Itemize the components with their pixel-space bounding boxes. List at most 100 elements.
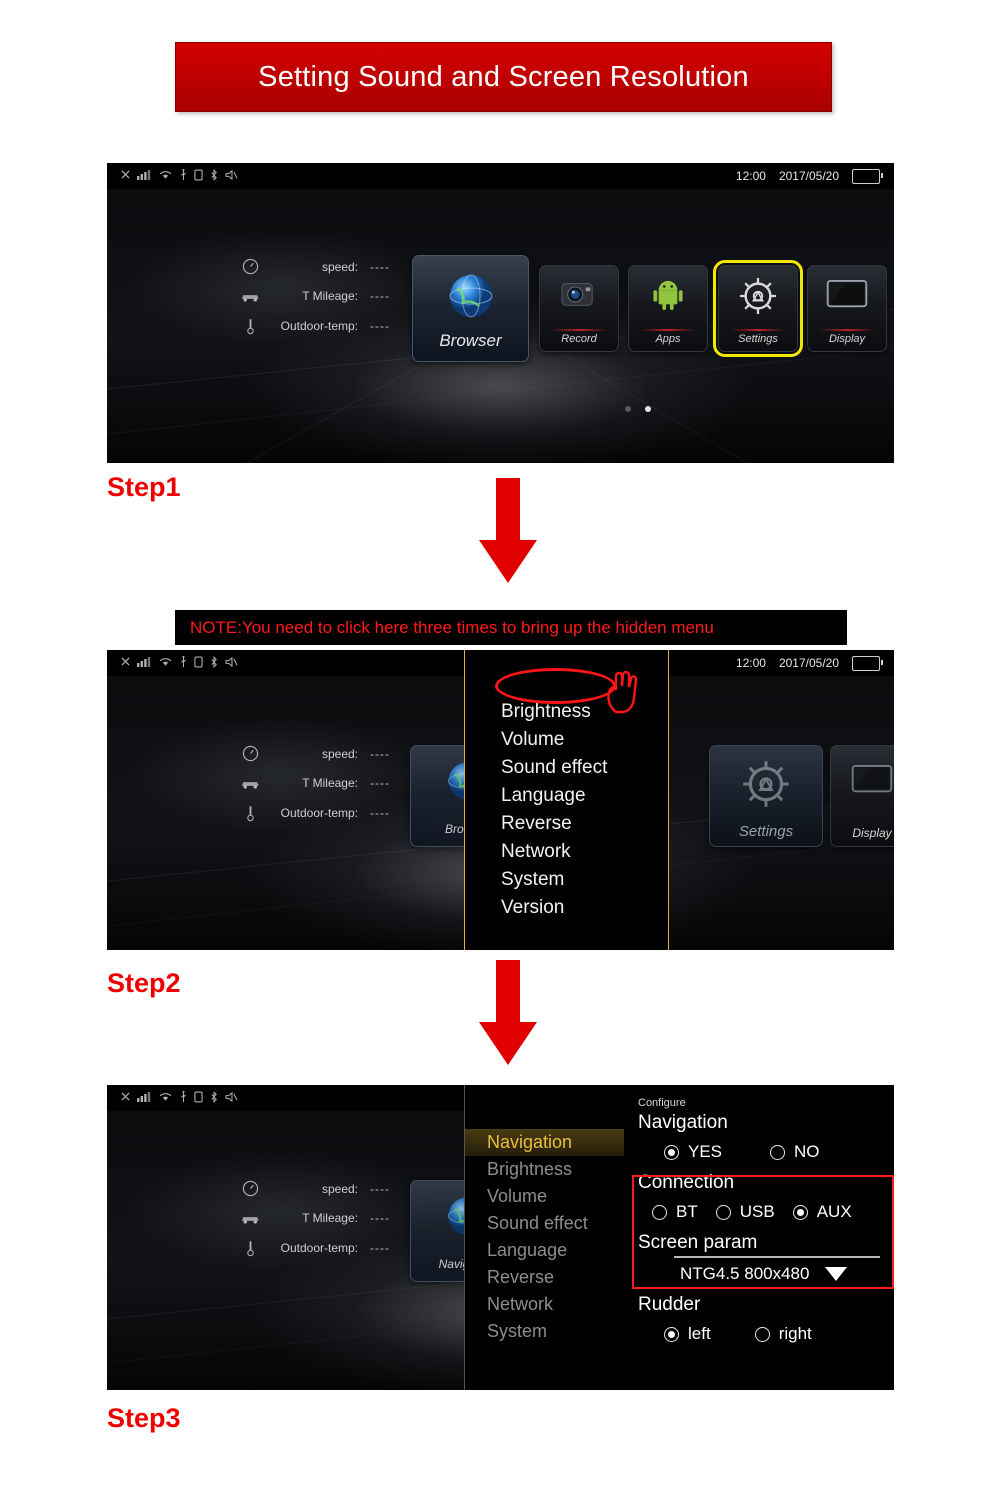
monitor-icon: [826, 279, 868, 316]
home-tile-label-display-2: Display: [852, 826, 892, 840]
label-navigation-yes: YES: [688, 1142, 723, 1161]
step1-screen: 12:00 2017/05/20 speed: ---- T Mileage: …: [107, 163, 894, 463]
home-tile-apps[interactable]: Apps: [628, 265, 708, 352]
wifi-icon: [158, 1091, 173, 1105]
signal-icon: [137, 656, 151, 670]
info-row-speed: speed: ----: [237, 258, 390, 275]
usb-icon: [180, 1090, 187, 1106]
gauge-icon: [237, 258, 263, 275]
info-row-mileage-3: T Mileage: ----: [237, 1211, 390, 1225]
info-value-mileage-2: ----: [370, 776, 390, 790]
menu-item-version[interactable]: Version: [465, 894, 668, 922]
step2-screen: 12:00 2017/05/20 speed: ---- T Mileage: …: [107, 650, 894, 950]
tile-underline-settings: [729, 329, 787, 331]
info-row-temp: Outdoor-temp: ----: [237, 317, 390, 335]
bluetooth-icon: [210, 1090, 218, 1106]
thermometer-icon: [237, 804, 263, 822]
info-label-temp: Outdoor-temp:: [280, 319, 358, 333]
menu-item-volume[interactable]: Volume: [465, 726, 668, 754]
thermometer-icon: [237, 317, 263, 335]
step2-label: Step2: [107, 968, 181, 998]
close-icon: [121, 1092, 130, 1104]
close-icon: [121, 657, 130, 669]
usb-icon: [180, 168, 187, 184]
radio-navigation-no[interactable]: [770, 1144, 786, 1160]
info-value-speed: ----: [370, 259, 390, 274]
globe-icon: [445, 270, 497, 327]
tile-underline-display: [818, 329, 876, 331]
label-rudder-left: left: [688, 1324, 711, 1343]
home-tile-label-browser: Browser: [439, 331, 502, 350]
radio-navigation-yes[interactable]: [664, 1144, 679, 1160]
settings-menu-item-language[interactable]: Language: [465, 1237, 625, 1264]
menu-item-reverse[interactable]: Reverse: [465, 810, 668, 838]
menu-item-system[interactable]: System: [465, 866, 668, 894]
page-title: Setting Sound and Screen Resolution: [258, 60, 749, 93]
info-label-mileage: T Mileage:: [302, 289, 358, 303]
settings-menu-item-system[interactable]: System: [465, 1318, 625, 1345]
settings-menu-item-sound-effect[interactable]: Sound effect: [465, 1210, 625, 1237]
menu-item-language[interactable]: Language: [465, 782, 668, 810]
gauge-icon: [237, 1180, 263, 1197]
mute-icon: [225, 1091, 238, 1106]
settings-menu-item-navigation[interactable]: Navigation: [465, 1129, 625, 1156]
settings-menu-panel: Navigation Brightness Volume Sound effec…: [464, 1085, 626, 1390]
home-tile-settings-2[interactable]: Settings: [709, 745, 823, 847]
info-row-speed-2: speed: ----: [237, 745, 390, 762]
sim-icon: [194, 656, 203, 671]
info-value-temp: ----: [370, 319, 390, 333]
step1-label: Step1: [107, 472, 181, 502]
radio-rudder-left[interactable]: [664, 1326, 679, 1342]
arrow-step1-to-step2: [479, 478, 537, 583]
status-time-2: 12:00: [735, 656, 766, 670]
info-row-mileage-2: T Mileage: ----: [237, 776, 390, 790]
wifi-icon: [158, 656, 173, 670]
sim-icon: [194, 169, 203, 184]
thermometer-icon: [237, 1239, 263, 1257]
home-tile-label-apps: Apps: [655, 333, 681, 345]
sim-icon: [194, 1091, 203, 1106]
menu-item-sound-effect[interactable]: Sound effect: [465, 754, 668, 782]
gear-icon: [739, 277, 777, 320]
status-bar: 12:00 2017/05/20: [107, 163, 894, 189]
info-label-speed: speed:: [321, 259, 358, 274]
home-tile-record[interactable]: Record: [539, 265, 619, 352]
wifi-icon: [158, 169, 173, 183]
home-tile-display-2[interactable]: Display: [830, 745, 894, 847]
vehicle-info-list: speed: ---- T Mileage: ---- Outdoor-temp…: [237, 258, 390, 349]
settings-menu-item-reverse[interactable]: Reverse: [465, 1264, 625, 1291]
hand-tap-icon: [607, 670, 638, 714]
step3-label: Step3: [107, 1403, 181, 1433]
android-icon: [652, 279, 684, 316]
highlight-rect-connection-screen: [632, 1175, 894, 1289]
settings-menu-item-network[interactable]: Network: [465, 1291, 625, 1318]
rudder-options-row: left right: [664, 1324, 894, 1344]
info-row-temp-3: Outdoor-temp: ----: [237, 1239, 390, 1257]
signal-icon: [137, 169, 151, 183]
car-icon: [237, 1212, 263, 1225]
page-dot-2[interactable]: [645, 406, 651, 412]
gear-icon: [742, 760, 790, 813]
info-label-speed-2: speed:: [321, 746, 358, 761]
info-value-speed-2: ----: [370, 746, 390, 761]
page-indicator-dots[interactable]: [625, 406, 651, 412]
page-dot-1[interactable]: [625, 406, 631, 412]
settings-menu-item-brightness[interactable]: Brightness: [465, 1156, 625, 1183]
tap-target-ellipse: [495, 668, 616, 704]
camera-icon: [560, 277, 598, 316]
radio-rudder-right[interactable]: [754, 1326, 770, 1342]
info-value-temp-3: ----: [370, 1241, 390, 1255]
home-tile-display[interactable]: Display: [807, 265, 887, 352]
home-tile-label-display: Display: [828, 333, 866, 345]
menu-item-network[interactable]: Network: [465, 838, 668, 866]
info-row-temp-2: Outdoor-temp: ----: [237, 804, 390, 822]
close-icon: [121, 170, 130, 182]
tile-underline-record: [550, 329, 608, 331]
home-tile-browser[interactable]: Browser: [412, 255, 529, 362]
arrow-step2-to-step3: [479, 960, 537, 1065]
home-tile-settings[interactable]: Settings: [713, 260, 803, 357]
settings-menu-item-volume[interactable]: Volume: [465, 1183, 625, 1210]
navigation-options-row: YES NO: [664, 1142, 894, 1162]
info-label-speed-3: speed:: [321, 1181, 358, 1196]
mute-icon: [225, 656, 238, 671]
